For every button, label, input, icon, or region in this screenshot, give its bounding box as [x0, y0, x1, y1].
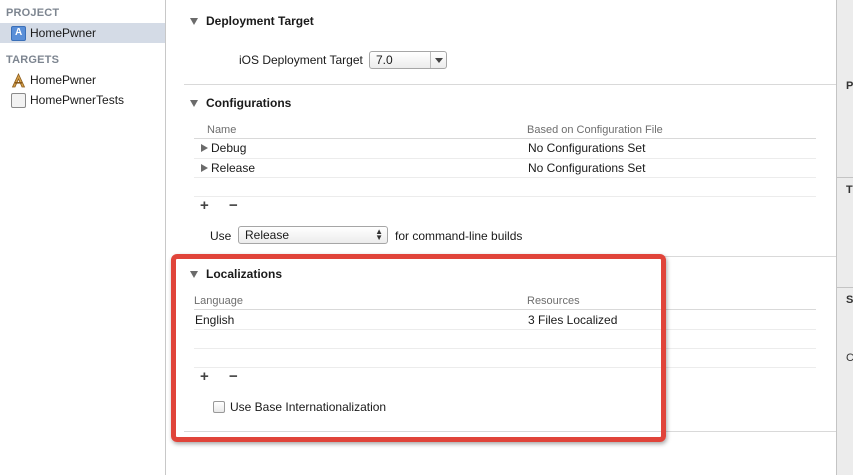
- inspector-label: S: [846, 294, 853, 306]
- inspector-panel: P T S C: [836, 0, 853, 475]
- config-based: No Configurations Set: [528, 141, 646, 155]
- command-line-config-value: Release: [245, 228, 290, 242]
- table-row-release[interactable]: Release: [201, 161, 255, 175]
- row-divider: [194, 158, 816, 159]
- divider: [837, 287, 853, 288]
- targets-header: TARGETS: [6, 54, 60, 66]
- app-target-icon: [11, 72, 26, 88]
- divider: [837, 177, 853, 178]
- deployment-target-select[interactable]: 7.0: [369, 51, 447, 69]
- section-title: Deployment Target: [206, 14, 314, 28]
- section-title: Configurations: [206, 96, 292, 110]
- disclosure-triangle-icon: [190, 17, 198, 25]
- column-header-name[interactable]: Name: [207, 124, 236, 136]
- chevron-down-icon: [430, 52, 446, 68]
- up-down-arrows-icon: ▲ ▼: [375, 227, 383, 242]
- inspector-label: C: [846, 352, 853, 364]
- config-based: No Configurations Set: [528, 161, 646, 175]
- test-bundle-icon: [11, 92, 26, 108]
- project-icon: [11, 25, 26, 41]
- command-line-builds-label: for command-line builds: [395, 229, 523, 243]
- inspector-label: P: [846, 80, 853, 92]
- column-header-based-on[interactable]: Based on Configuration File: [527, 124, 663, 136]
- deployment-target-value: 7.0: [376, 53, 393, 67]
- disclosure-triangle-icon: [201, 144, 208, 152]
- disclosure-triangle-icon: [190, 99, 198, 107]
- config-name: Release: [211, 161, 256, 175]
- configurations-section-toggle[interactable]: Configurations: [190, 96, 291, 110]
- remove-configuration-button[interactable]: −: [229, 197, 238, 214]
- config-name: Debug: [211, 141, 247, 155]
- add-configuration-button[interactable]: +: [200, 197, 209, 214]
- sidebar-item-target-app[interactable]: HomePwner: [0, 70, 165, 90]
- deployment-section-toggle[interactable]: Deployment Target: [190, 14, 314, 28]
- sidebar-item-label: HomePwnerTests: [30, 93, 125, 107]
- disclosure-triangle-icon: [201, 164, 208, 172]
- project-header: PROJECT: [6, 7, 60, 19]
- row-divider: [194, 177, 816, 178]
- table-header-divider: [194, 138, 816, 139]
- navigator-sidebar: PROJECT HomePwner TARGETS HomePwner Home…: [0, 0, 166, 475]
- divider: [184, 84, 836, 85]
- sidebar-item-label: HomePwner: [30, 73, 97, 87]
- deployment-target-label: iOS Deployment Target: [239, 53, 363, 67]
- highlight-box: [171, 254, 666, 442]
- table-row-debug[interactable]: Debug: [201, 141, 246, 155]
- sidebar-item-target-tests[interactable]: HomePwnerTests: [0, 90, 165, 110]
- use-label: Use: [210, 229, 232, 243]
- inspector-label: T: [846, 184, 853, 196]
- command-line-config-select[interactable]: Release ▲ ▼: [238, 226, 388, 244]
- sidebar-item-label: HomePwner: [30, 26, 97, 40]
- sidebar-item-project[interactable]: HomePwner: [0, 23, 165, 43]
- row-divider: [194, 196, 816, 197]
